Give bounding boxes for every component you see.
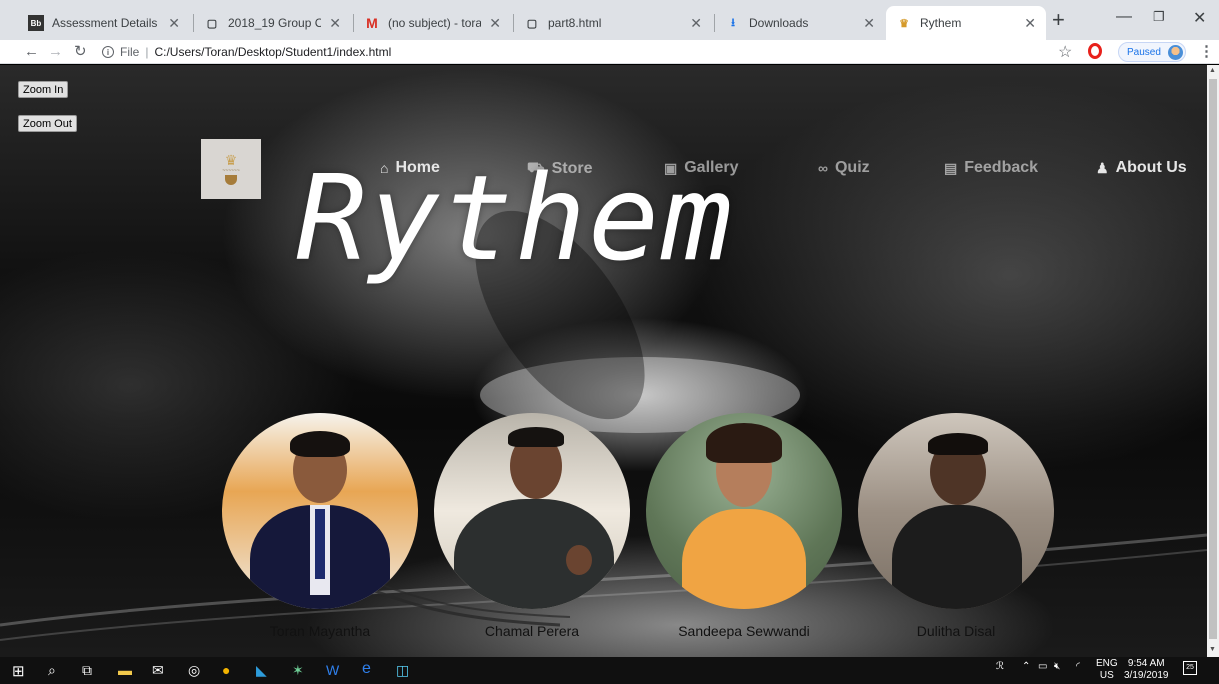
volume-muted-icon[interactable]: 🔇︎ <box>1054 661 1060 672</box>
nav-about-us[interactable]: ♟ About Us <box>1096 159 1187 177</box>
member-photo <box>434 413 630 609</box>
nav-label: About Us <box>1115 159 1187 176</box>
wifi-icon[interactable]: ◜ <box>1076 661 1080 672</box>
restore-button[interactable]: ❐ <box>1153 9 1165 25</box>
member-name: Dulitha Disal <box>916 623 996 639</box>
tab-title: 2018_19 Group Coursework <box>228 16 322 30</box>
tab-title: Assessment Details – MODUL <box>52 16 160 30</box>
scrollbar-thumb[interactable] <box>1209 79 1217 639</box>
bookmark-star-icon[interactable]: ☆ <box>1058 42 1072 62</box>
nav-quiz[interactable]: ∞ Quiz <box>818 159 870 177</box>
chevron-up-icon[interactable]: ⌃ <box>1022 661 1030 672</box>
nav-label: Feedback <box>964 159 1039 176</box>
close-icon[interactable]: ✕ <box>168 15 180 32</box>
member-photo <box>646 413 842 609</box>
close-icon[interactable]: ✕ <box>329 15 341 32</box>
address-scheme: File <box>120 45 140 59</box>
menu-icon[interactable]: ⋮ <box>1199 42 1214 60</box>
forward-icon[interactable]: → <box>48 42 63 62</box>
tab-title: Downloads <box>749 16 809 30</box>
app-icon[interactable]: ◣ <box>256 662 267 679</box>
file-icon: ▤ <box>944 159 958 176</box>
opera-extension-icon[interactable] <box>1088 43 1102 59</box>
minimize-button[interactable]: — <box>1116 8 1132 26</box>
scroll-down-icon[interactable]: ▼ <box>1209 646 1216 653</box>
windows-start-icon[interactable]: ⊞ <box>12 662 25 680</box>
member-name: Sandeepa Sewwandi <box>678 623 810 639</box>
gmail-icon: M <box>366 15 378 31</box>
page-viewport: Zoom In Zoom Out ♛ ~~~~~~ ⌂ Home ⛟ Store… <box>0 65 1207 657</box>
tab-title: part8.html <box>548 16 602 30</box>
people-icon[interactable]: ℛ <box>996 661 1004 672</box>
user-icon: ♟ <box>1096 159 1109 176</box>
profile-button[interactable]: Paused <box>1118 42 1186 62</box>
chrome-icon[interactable]: ● <box>222 662 230 678</box>
bb-icon: Bb <box>28 15 44 31</box>
avatar <box>1167 45 1183 60</box>
mail-icon[interactable]: ✉ <box>152 662 164 679</box>
clock[interactable]: 9:54 AM 3/19/2019 <box>1124 658 1169 682</box>
profile-status: Paused <box>1127 46 1161 58</box>
search-icon[interactable]: ⌕ <box>48 662 56 679</box>
battery-icon[interactable]: ▭ <box>1038 661 1047 672</box>
star-app-icon[interactable]: ✶ <box>292 662 304 679</box>
team-member-card[interactable]: Sandeepa Sewwandi <box>646 413 842 639</box>
task-view-icon[interactable]: ⧉ <box>82 662 92 679</box>
close-icon[interactable]: ✕ <box>863 15 875 32</box>
tab-gmail[interactable]: M (no subject) - toran.201737 ✕ <box>354 6 511 40</box>
member-name: Toran Mayantha <box>269 623 371 639</box>
zoom-in-button[interactable]: Zoom In <box>18 81 69 98</box>
close-icon[interactable]: ✕ <box>489 15 501 32</box>
close-icon[interactable]: ✕ <box>690 15 702 32</box>
browser-toolbar: ← → ↻ i File | C:/Users/Toran/Desktop/St… <box>0 40 1219 64</box>
address-bar[interactable]: i File | C:/Users/Toran/Desktop/Student1… <box>102 42 391 62</box>
tab-coursework[interactable]: ▢ 2018_19 Group Coursework ✕ <box>194 6 351 40</box>
language-indicator[interactable]: ENG US <box>1096 658 1118 682</box>
scroll-up-icon[interactable]: ▲ <box>1209 67 1216 74</box>
team-member-card[interactable]: Toran Mayantha <box>222 413 418 639</box>
reload-icon[interactable]: ↻ <box>74 42 87 62</box>
word-icon[interactable]: W <box>326 662 339 678</box>
download-icon: ⭳ <box>731 16 735 29</box>
page-scrollbar[interactable]: ▲ ▼ <box>1207 65 1219 657</box>
member-name: Chamal Perera <box>484 623 580 639</box>
windows-taskbar: ⊞ ⌕ ⧉ ▬ ✉ ◎ ● ◣ ✶ W e ◫ ℛ ⌃ ▭ 🔇︎ ◜ ENG U… <box>0 657 1219 684</box>
glasses-icon: ∞ <box>818 160 828 176</box>
file-explorer-icon[interactable]: ▬ <box>118 662 132 678</box>
overwatch-icon[interactable]: ◎ <box>188 662 200 679</box>
tab-title: (no subject) - toran.201737 <box>388 16 482 30</box>
close-window-button[interactable]: ✕ <box>1193 8 1206 28</box>
close-icon[interactable]: ✕ <box>1024 15 1036 32</box>
address-url: C:/Users/Toran/Desktop/Student1/index.ht… <box>154 45 392 59</box>
tab-downloads[interactable]: ⭳ Downloads ✕ <box>715 6 885 40</box>
member-photo <box>858 413 1054 609</box>
tab-assessment[interactable]: Bb Assessment Details – MODUL ✕ <box>18 6 190 40</box>
tab-title: Rythem <box>920 16 962 30</box>
page-icon: ▢ <box>206 17 218 30</box>
new-tab-button[interactable]: + <box>1052 9 1065 31</box>
vscode-icon[interactable]: ◫ <box>396 662 409 679</box>
brand-title: Rythem <box>296 149 735 287</box>
page-icon: ▢ <box>526 17 538 30</box>
team-member-card[interactable]: Dulitha Disal <box>858 413 1054 639</box>
tab-strip: Bb Assessment Details – MODUL ✕ ▢ 2018_1… <box>0 0 1219 40</box>
zoom-out-button[interactable]: Zoom Out <box>18 115 77 132</box>
back-icon[interactable]: ← <box>24 42 39 62</box>
nav-feedback[interactable]: ▤ Feedback <box>944 159 1038 177</box>
info-icon[interactable]: i <box>102 46 114 58</box>
member-photo <box>222 413 418 609</box>
team-member-card[interactable]: Chamal Perera <box>434 413 630 639</box>
edge-icon[interactable]: e <box>362 660 371 678</box>
tab-part8[interactable]: ▢ part8.html ✕ <box>514 6 712 40</box>
tab-rythem[interactable]: ♛ Rythem ✕ <box>886 6 1046 40</box>
notification-icon[interactable]: 25 <box>1183 661 1197 675</box>
nav-label: Quiz <box>834 159 870 176</box>
crown-icon: ♛ <box>899 17 909 30</box>
